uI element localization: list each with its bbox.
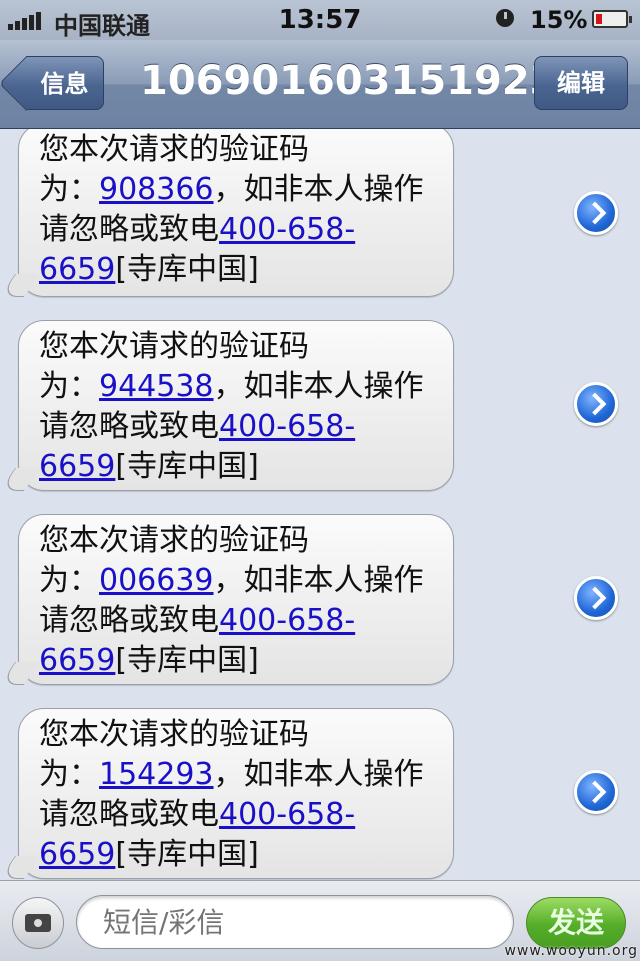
message-text: 为：	[39, 757, 99, 792]
phone-link[interactable]: 6659	[39, 837, 115, 872]
verification-code-link[interactable]: 908366	[99, 172, 214, 207]
message-input[interactable]	[76, 895, 514, 949]
message-text: 请忽略或致电	[39, 212, 219, 247]
phone-link[interactable]: 400-658-	[219, 603, 355, 638]
message-text: [寺库中国]	[115, 837, 259, 872]
message-item: 您本次请求的验证码 为：154293，如非本人操作 请忽略或致电400-658-…	[0, 708, 640, 880]
verification-code-link[interactable]: 944538	[99, 369, 214, 404]
message-text: 您本次请求的验证码	[39, 329, 309, 364]
detail-disclosure-icon[interactable]	[574, 191, 618, 235]
battery-icon	[592, 10, 632, 28]
camera-lens	[32, 917, 44, 929]
message-list[interactable]: 您本次请求的验证码 为：908366，如非本人操作 请忽略或致电400-658-…	[0, 129, 640, 880]
message-item: 您本次请求的验证码 为：908366，如非本人操作 请忽略或致电400-658-…	[0, 129, 640, 309]
message-text: 您本次请求的验证码	[39, 523, 309, 558]
back-button-label: 信息	[40, 70, 89, 98]
navigation-bar: 信息 106901603151923 编辑	[0, 40, 640, 129]
send-button[interactable]: 发送	[526, 897, 626, 949]
message-bubble[interactable]: 您本次请求的验证码 为：154293，如非本人操作 请忽略或致电400-658-…	[18, 708, 454, 879]
message-bubble[interactable]: 您本次请求的验证码 为：908366，如非本人操作 请忽略或致电400-658-…	[18, 129, 454, 297]
verification-code-link[interactable]: 006639	[99, 563, 214, 598]
detail-disclosure-icon[interactable]	[574, 770, 618, 814]
page-title: 106901603151923	[140, 58, 558, 104]
message-item: 您本次请求的验证码 为：944538，如非本人操作 请忽略或致电400-658-…	[0, 320, 640, 503]
message-text: 您本次请求的验证码	[39, 717, 309, 752]
message-text: ，如非本人操作	[213, 172, 424, 207]
detail-disclosure-icon[interactable]	[574, 382, 618, 426]
message-text: 请忽略或致电	[39, 603, 219, 638]
edit-button[interactable]: 编辑	[534, 56, 628, 110]
phone-link[interactable]: 400-658-	[219, 797, 355, 832]
status-bar: 中国联通 13:57 15%	[0, 0, 640, 40]
message-bubble[interactable]: 您本次请求的验证码 为：944538，如非本人操作 请忽略或致电400-658-…	[18, 320, 454, 491]
message-text: ，如非本人操作	[213, 563, 424, 598]
phone-link[interactable]: 6659	[39, 252, 115, 287]
message-text: 为：	[39, 369, 99, 404]
phone-link[interactable]: 6659	[39, 449, 115, 484]
back-button[interactable]: 信息	[26, 56, 104, 110]
message-text: 您本次请求的验证码	[39, 132, 309, 167]
phone-link[interactable]: 6659	[39, 643, 115, 678]
compose-bar: 发送 www.wooyun.org	[0, 880, 640, 961]
clock-icon	[496, 9, 514, 27]
message-text: [寺库中国]	[115, 449, 259, 484]
message-text: [寺库中国]	[115, 643, 259, 678]
message-text: ，如非本人操作	[213, 369, 424, 404]
message-text: ，如非本人操作	[213, 757, 424, 792]
camera-button[interactable]	[12, 897, 64, 949]
battery-percent: 15%	[530, 6, 588, 34]
verification-code-link[interactable]: 154293	[99, 757, 214, 792]
message-text: 为：	[39, 563, 99, 598]
message-text: 请忽略或致电	[39, 797, 219, 832]
message-text: [寺库中国]	[115, 252, 259, 287]
message-text: 请忽略或致电	[39, 409, 219, 444]
message-text: 为：	[39, 172, 99, 207]
message-bubble[interactable]: 您本次请求的验证码 为：006639，如非本人操作 请忽略或致电400-658-…	[18, 514, 454, 685]
phone-link[interactable]: 400-658-	[219, 212, 355, 247]
message-item: 您本次请求的验证码 为：006639，如非本人操作 请忽略或致电400-658-…	[0, 514, 640, 697]
phone-link[interactable]: 400-658-	[219, 409, 355, 444]
detail-disclosure-icon[interactable]	[574, 576, 618, 620]
watermark: www.wooyun.org	[504, 943, 638, 959]
